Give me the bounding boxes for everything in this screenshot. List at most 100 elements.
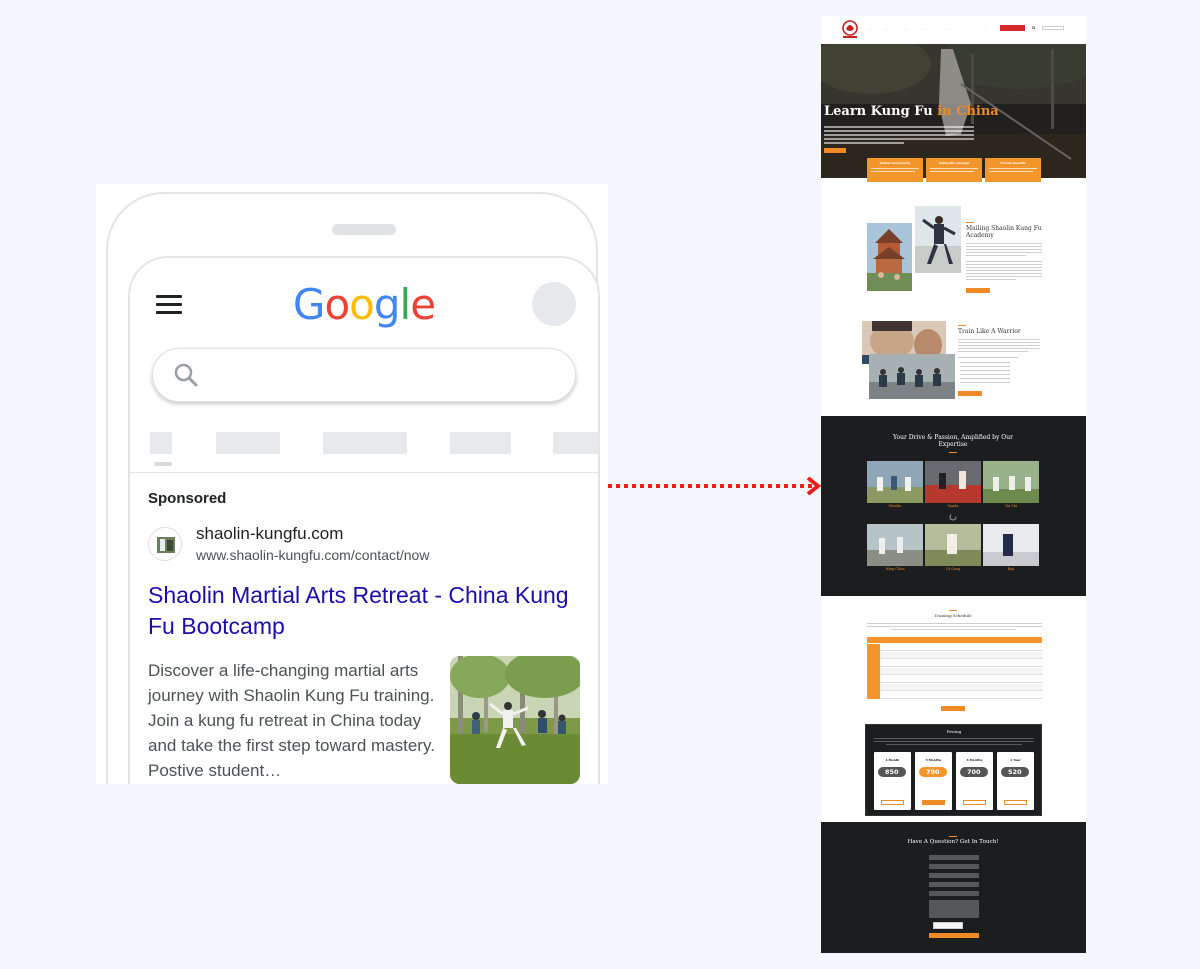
active-tab-indicator [154, 462, 172, 466]
price-card: 1 Month 850 [874, 752, 911, 810]
schedule-intro [867, 626, 1042, 627]
academy-photo [915, 206, 961, 273]
academy-text [966, 252, 1042, 253]
phone-screen: Google Sponsored shaolin-kungfu.com www.… [128, 256, 600, 784]
warrior-text [958, 339, 1040, 340]
style-field[interactable] [929, 891, 979, 896]
warrior-button[interactable] [958, 391, 982, 396]
hero-title: Learn Kung Fu in China [824, 104, 999, 119]
price-buy-button[interactable] [1004, 800, 1027, 805]
style-photo[interactable] [867, 461, 923, 503]
style-label[interactable]: Shaolin [867, 504, 923, 508]
tab-placeholder[interactable] [150, 432, 172, 454]
search-tabs [130, 432, 598, 456]
academy-text [966, 261, 1042, 262]
academy-photo [867, 223, 912, 291]
section-accent [966, 222, 974, 223]
tab-placeholder[interactable] [216, 432, 280, 454]
ad-thumbnail-image[interactable] [450, 656, 580, 784]
style-photo[interactable] [925, 461, 981, 503]
search-icon[interactable] [1032, 26, 1036, 30]
ad-description: Discover a life-changing martial arts jo… [148, 661, 435, 780]
table-row [867, 676, 1042, 683]
captcha-box[interactable] [933, 922, 963, 929]
email-field[interactable] [929, 864, 979, 869]
style-label[interactable]: Baji [983, 567, 1039, 571]
table-row [867, 684, 1042, 691]
schedule-intro [891, 629, 1016, 630]
hero-cta-button[interactable] [824, 148, 846, 153]
nav-cta-button[interactable] [1000, 25, 1025, 31]
style-photo[interactable] [925, 524, 981, 566]
submit-button[interactable] [929, 933, 979, 938]
nav-item[interactable]: · · · · · [921, 27, 930, 31]
ad-url[interactable]: www.shaolin-kungfu.com/contact/now [196, 547, 429, 563]
style-label[interactable]: Sanda [925, 504, 981, 508]
phone-field[interactable] [929, 873, 979, 878]
hero-text [824, 134, 974, 136]
academy-text [966, 264, 1042, 265]
style-label[interactable]: Wing Chun [867, 567, 923, 571]
academy-text [966, 249, 1042, 250]
price-value: 520 [1008, 768, 1022, 776]
style-label[interactable]: Qi Gong [925, 567, 981, 571]
ad-domain[interactable]: shaolin-kungfu.com [196, 524, 343, 544]
contact-title: Have A Question? Get In Touch! [907, 839, 999, 845]
price-buy-button[interactable] [922, 800, 945, 805]
nav-item[interactable]: · · [967, 27, 970, 31]
hero-text [824, 130, 974, 132]
price-buy-button[interactable] [881, 800, 904, 805]
price-value: 850 [885, 768, 899, 776]
tab-placeholder[interactable] [553, 432, 598, 454]
schedule-button[interactable] [941, 706, 965, 711]
section-accent [958, 325, 966, 326]
pricing-title: Pricing [946, 729, 962, 734]
table-row [867, 692, 1042, 699]
tab-placeholder[interactable] [323, 432, 407, 454]
warrior-text [960, 382, 1010, 383]
table-row [867, 644, 1042, 651]
section-accent [949, 610, 957, 611]
loading-spinner-icon [949, 513, 957, 521]
search-input[interactable] [152, 348, 576, 402]
message-field[interactable] [929, 900, 979, 918]
country-field[interactable] [929, 882, 979, 887]
academy-button[interactable] [966, 288, 990, 293]
ad-title-link[interactable]: Shaolin Martial Arts Retreat - China Kun… [148, 580, 578, 642]
feature-card: Proven Results [985, 158, 1041, 182]
academy-title: Mailing Shaolin Kung Fu Academy [966, 225, 1042, 239]
pricing-intro [886, 744, 1022, 745]
style-label[interactable]: Tai Chi [983, 504, 1039, 508]
nav-item[interactable]: · · · [867, 27, 872, 31]
pricing-intro [874, 738, 1034, 739]
style-photo[interactable] [983, 461, 1039, 503]
schedule-table-header [867, 637, 1042, 643]
divider [130, 472, 598, 473]
style-photo[interactable] [867, 524, 923, 566]
landing-page-preview: · · · · · · · · · · · · · · · · · · · · … [821, 16, 1086, 953]
academy-text [966, 279, 1016, 280]
price-value: 790 [926, 768, 940, 776]
arrow-right-icon [608, 476, 822, 496]
price-value: 700 [967, 768, 981, 776]
price-buy-button[interactable] [963, 800, 986, 805]
table-time-column [867, 644, 880, 699]
expertise-section: Your Drive & Passion, Amplified by Our E… [821, 416, 1086, 596]
contact-section: Have A Question? Get In Touch! [821, 822, 1086, 953]
language-selector[interactable] [1042, 26, 1064, 30]
tab-placeholder[interactable] [450, 432, 511, 454]
avatar[interactable] [532, 282, 576, 326]
name-field[interactable] [929, 855, 979, 860]
site-logo-icon[interactable] [840, 19, 860, 41]
price-card: 6 Months 700 [956, 752, 993, 810]
style-photo[interactable] [983, 524, 1039, 566]
nav-item[interactable]: · · · · [902, 27, 909, 31]
warrior-text [958, 357, 1018, 358]
pricing-intro [874, 741, 1034, 742]
price-card: 1 Year 520 [997, 752, 1034, 810]
nav-item[interactable]: · · · · [946, 27, 953, 31]
nav-item[interactable]: · · · · [883, 27, 890, 31]
nav-item[interactable]: · · · · [980, 27, 987, 31]
feature-card: Authentic Lineage [926, 158, 982, 182]
site-navbar: · · · · · · · · · · · · · · · · · · · · … [821, 16, 1086, 44]
